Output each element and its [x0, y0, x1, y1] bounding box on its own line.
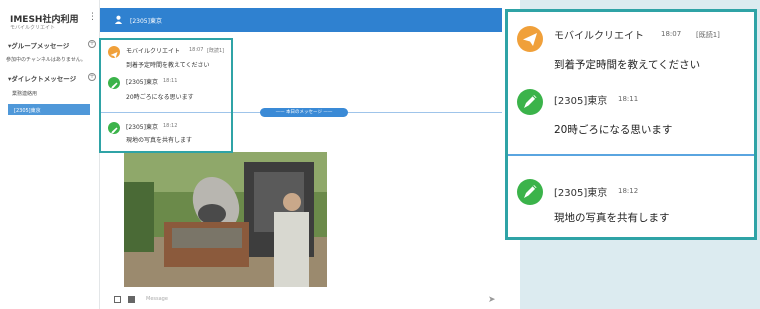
- attach-icon[interactable]: [114, 296, 121, 303]
- pen-icon: [108, 77, 120, 89]
- sidebar-item-business[interactable]: 業務連絡用: [12, 90, 37, 97]
- highlight-box-small: モバイルクリエイト 18:07 [既読1] 到着予定時間を教えてください [23…: [99, 38, 233, 153]
- message-text: 20時ごろになる思います: [554, 124, 673, 136]
- message-text: 到着予定時間を教えてください: [126, 62, 210, 69]
- group-messages-header[interactable]: ▾グループメッセージ: [8, 40, 69, 50]
- add-group-icon[interactable]: +: [88, 40, 96, 48]
- message-sender: モバイルクリエイト: [126, 48, 181, 55]
- paper-plane-icon: [517, 26, 543, 52]
- date-divider-line: [101, 112, 231, 113]
- user-icon: [114, 15, 123, 24]
- zoomed-message-panel: モバイルクリエイト 18:07 [既読1] 到着予定時間を教えてください [23…: [505, 9, 757, 240]
- date-divider-line: [508, 154, 754, 156]
- message-text: 到着予定時間を教えてください: [554, 59, 701, 71]
- message-time: 18:11: [618, 95, 639, 103]
- send-icon[interactable]: ➤: [488, 295, 496, 305]
- direct-messages-header[interactable]: ▾ダイレクトメッセージ: [8, 73, 76, 83]
- message-sender: [2305]東京: [554, 96, 608, 107]
- channel-name: [2305]東京: [130, 18, 162, 25]
- read-receipt: [既読1]: [696, 31, 720, 39]
- shared-photo[interactable]: [124, 152, 327, 287]
- add-dm-icon[interactable]: +: [88, 73, 96, 81]
- pen-icon: [108, 122, 120, 134]
- message-time: 18:07: [189, 47, 204, 53]
- workspace-subtitle: モバイルクリエイト: [10, 25, 56, 31]
- date-separator: —— 本日のメッセージ ——: [260, 108, 348, 117]
- chat-app-window: IMESH社内利用 モバイルクリエイト ⋮ ▾グループメッセージ + 参加中のチ…: [0, 0, 520, 309]
- message-text: 現地の写真を共有します: [554, 212, 670, 224]
- read-receipt: [既読1]: [207, 48, 225, 54]
- message-input[interactable]: Message: [146, 296, 168, 302]
- paper-plane-icon: [108, 46, 120, 59]
- message-time: 18:07: [661, 30, 682, 38]
- message-sender: [2305]東京: [126, 124, 158, 131]
- message-composer: Message ➤: [100, 290, 520, 309]
- message-sender: [2305]東京: [126, 79, 158, 86]
- sidebar-item-tokyo[interactable]: [2305]東京: [8, 104, 90, 115]
- sidebar: IMESH社内利用 モバイルクリエイト ⋮ ▾グループメッセージ + 参加中のチ…: [0, 0, 100, 309]
- stamp-icon[interactable]: [128, 296, 135, 303]
- message-text: 20時ごろになる思います: [126, 94, 194, 101]
- group-empty-text: 参加中のチャンネルはありません。: [6, 57, 86, 63]
- message-sender: [2305]東京: [554, 188, 608, 199]
- message-text: 現地の写真を共有します: [126, 137, 193, 144]
- workspace-menu-icon[interactable]: ⋮: [88, 12, 97, 22]
- message-time: 18:11: [163, 78, 178, 84]
- pen-icon: [517, 179, 543, 205]
- message-sender: モバイルクリエイト: [554, 31, 644, 42]
- channel-header: [2305]東京: [100, 8, 502, 32]
- message-time: 18:12: [618, 187, 639, 195]
- pen-icon: [517, 89, 543, 115]
- message-time: 18:12: [163, 123, 178, 129]
